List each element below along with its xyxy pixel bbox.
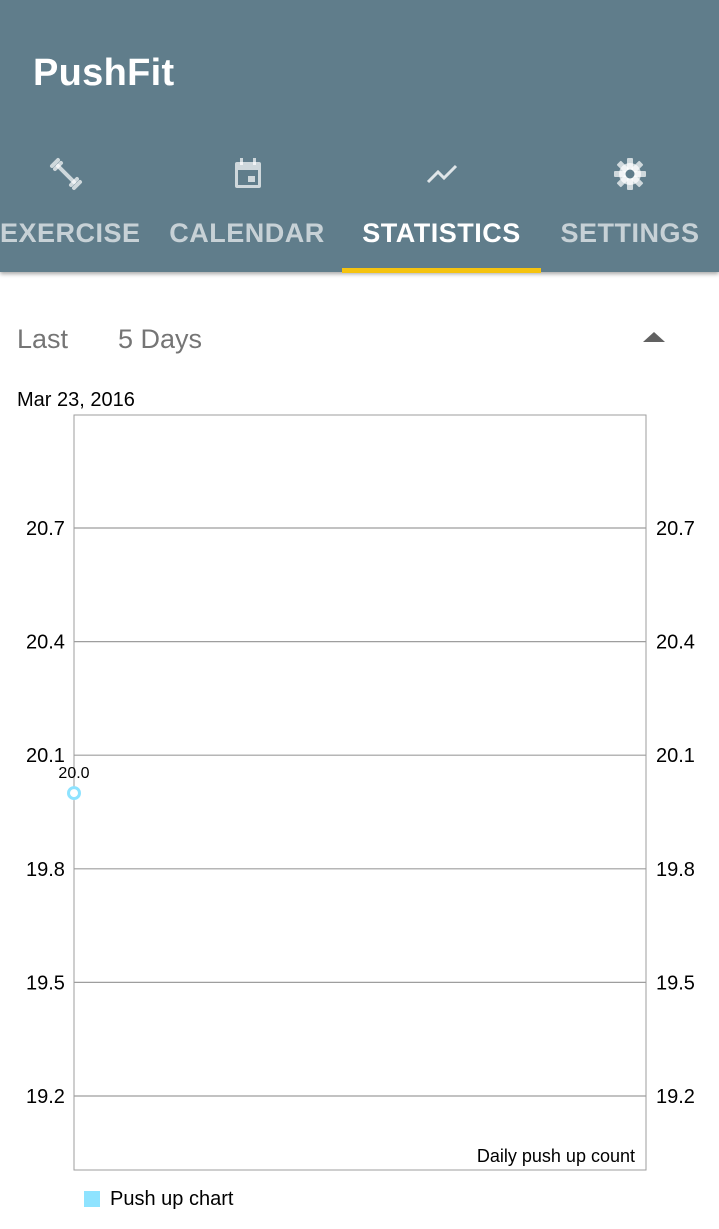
y-tick-label-right: 20.1 — [656, 745, 695, 767]
line-chart: 20.7 20.7 20.4 20.4 20.1 20.1 19.8 19.8 19.5 19.5… — [26, 414, 695, 1171]
y-tick-label-right: 20.4 — [656, 632, 695, 654]
legend-swatch — [84, 1191, 100, 1207]
y-tick-label-left: 20.1 — [26, 745, 65, 767]
y-tick-label-right: 19.5 — [656, 972, 695, 994]
y-tick-label-left: 19.8 — [26, 859, 65, 881]
y-tick-label-right: 19.2 — [656, 1086, 695, 1108]
y-tick-label-right: 19.8 — [656, 859, 695, 881]
y-tick-label-left: 19.2 — [26, 1086, 65, 1108]
chart-description: Daily push up count — [477, 1146, 635, 1166]
data-label: 20.0 — [58, 765, 89, 782]
legend-label: Push up chart — [110, 1188, 234, 1210]
y-tick-label-left: 20.4 — [26, 632, 65, 654]
y-tick-label-left: 20.7 — [26, 518, 65, 540]
y-tick-label-right: 20.7 — [656, 518, 695, 540]
y-tick-label-left: 19.5 — [26, 972, 65, 994]
data-point — [67, 786, 81, 801]
